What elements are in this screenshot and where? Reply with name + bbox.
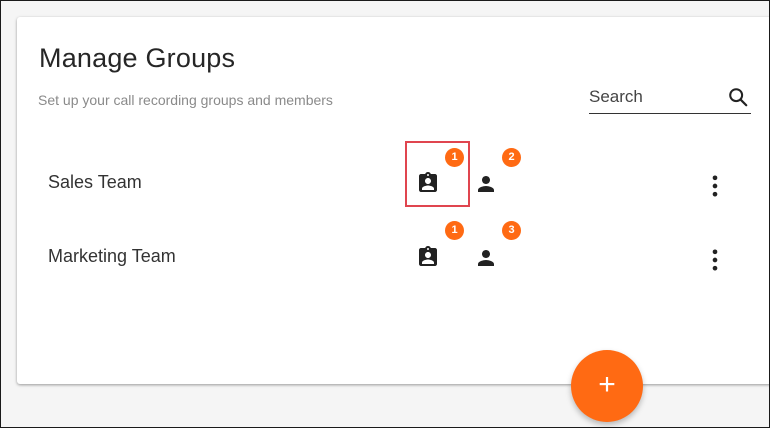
search-icon[interactable] [727,86,749,108]
group-row-sales-team[interactable]: Sales Team [17,158,769,208]
manage-groups-card: Manage Groups Set up your call recording… [17,17,769,384]
more-vert-icon[interactable] [701,172,729,200]
recorders-count-badge: 1 [445,221,464,240]
clipboard-user-icon[interactable] [416,245,442,271]
add-group-button[interactable]: + [571,350,643,422]
person-icon[interactable] [474,246,500,272]
person-icon[interactable] [474,172,500,198]
members-count-badge: 3 [502,221,521,240]
group-name: Marketing Team [48,246,176,266]
members-count-badge: 2 [502,148,521,167]
page-title: Manage Groups [39,43,236,73]
search-label: Search [589,87,643,106]
group-row-marketing-team[interactable]: Marketing Team [17,232,769,282]
search-field[interactable]: Search [589,81,751,114]
highlight-box [405,141,470,207]
app-frame: Manage Groups Set up your call recording… [0,0,770,428]
group-name: Sales Team [48,172,142,192]
page-subtitle: Set up your call recording groups and me… [38,92,333,108]
more-vert-icon[interactable] [701,246,729,274]
